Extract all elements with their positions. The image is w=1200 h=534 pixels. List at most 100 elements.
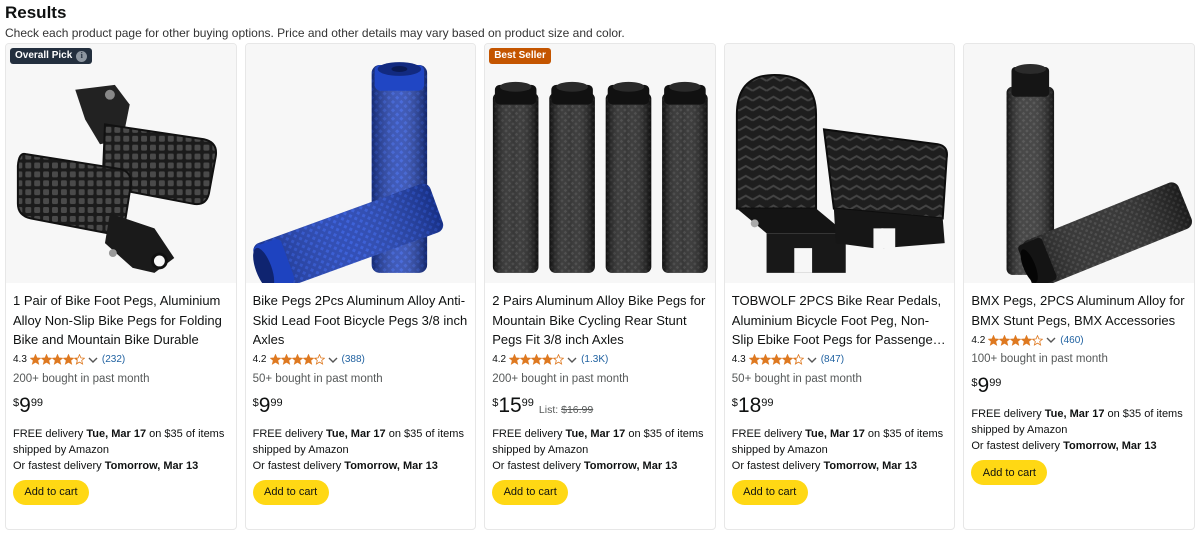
delivery-prefix: FREE delivery: [731, 427, 806, 440]
star-icon: [1032, 334, 1044, 346]
review-count-link[interactable]: (460): [1060, 335, 1083, 346]
star-icon: [73, 354, 85, 365]
chevron-down-icon[interactable]: [1046, 335, 1056, 345]
add-to-cart-button[interactable]: Add to cart: [252, 479, 329, 505]
fastest-date: Tomorrow, Mar 13: [823, 459, 918, 472]
star-rating[interactable]: [29, 354, 85, 365]
product-image[interactable]: Overall Pick i: [6, 44, 236, 283]
price-fraction: 99: [989, 377, 1002, 389]
list-price-label: List:: [538, 403, 562, 416]
product-card: BMX Pegs, 2PCS Aluminum Alloy for BMX St…: [963, 43, 1195, 530]
delivery-date: Tue, Mar 17: [86, 427, 147, 440]
rating-row: 4.2 (460): [971, 333, 1188, 347]
bought-count: 200+ bought in past month: [492, 372, 629, 385]
star-icon: [999, 334, 1011, 346]
star-icon: [1021, 334, 1033, 346]
chevron-down-icon[interactable]: [807, 355, 817, 365]
star-icon: [291, 354, 303, 365]
star-icon: [759, 354, 771, 365]
star-icon: [792, 354, 804, 365]
star-rating[interactable]: [988, 334, 1044, 346]
review-count-link[interactable]: (388): [342, 354, 365, 365]
price[interactable]: $ 9 99: [253, 393, 470, 419]
price-whole: 15: [498, 393, 522, 417]
price-fraction: 99: [30, 396, 44, 409]
star-icon: [520, 354, 532, 365]
price-whole: 18: [737, 393, 762, 417]
chevron-down-icon[interactable]: [567, 355, 577, 365]
chevron-down-icon[interactable]: [328, 355, 338, 365]
add-to-cart-button[interactable]: Add to cart: [13, 479, 89, 505]
chevron-down-icon[interactable]: [88, 355, 98, 365]
fastest-prefix: Or fastest delivery: [492, 459, 584, 472]
product-body: TOBWOLF 2PCS Bike Rear Pedals, Aluminium…: [725, 283, 955, 505]
star-icon: [40, 354, 52, 365]
rating-row: 4.3 (847): [732, 353, 949, 367]
blue-peg-illustration: [252, 62, 443, 283]
review-count-link[interactable]: (232): [102, 354, 125, 365]
product-body: 1 Pair of Bike Foot Pegs, Aluminium Allo…: [6, 283, 236, 505]
product-image[interactable]: [724, 44, 955, 283]
fastest-date: Tomorrow, Mar 13: [104, 459, 199, 472]
delivery-info: FREE delivery Tue, Mar 17 on $35 of item…: [971, 406, 1188, 454]
rating-value: 4.2: [252, 354, 267, 365]
star-icon: [62, 354, 74, 365]
rating-value: 4.3: [731, 354, 746, 365]
star-rating[interactable]: [509, 354, 565, 365]
info-icon[interactable]: i: [76, 50, 88, 62]
product-image[interactable]: Best Seller: [485, 44, 715, 283]
product-title[interactable]: Bike Pegs 2Pcs Aluminum Alloy Anti-Skid …: [253, 291, 470, 350]
badge-label: Best Seller: [494, 50, 546, 61]
product-body: BMX Pegs, 2PCS Aluminum Alloy for BMX St…: [964, 283, 1194, 485]
delivery-date: Tue, Mar 17: [1044, 408, 1105, 420]
list-price: List: $16.99: [539, 404, 593, 416]
price[interactable]: $ 18 99: [732, 393, 949, 419]
star-icon: [542, 354, 554, 365]
delivery-date: Tue, Mar 17: [325, 427, 386, 440]
fastest-prefix: Or fastest delivery: [13, 459, 105, 472]
product-title[interactable]: 1 Pair of Bike Foot Pegs, Aluminium Allo…: [13, 291, 230, 350]
price[interactable]: $ 15 99 List: $16.99: [492, 393, 709, 419]
rating-row: 4.3 (232): [13, 353, 230, 367]
star-rating[interactable]: [748, 354, 804, 365]
star-icon: [531, 354, 543, 365]
foot-peg-illustration: [16, 84, 218, 273]
fastest-date: Tomorrow, Mar 13: [583, 459, 678, 472]
product-image[interactable]: [964, 44, 1194, 283]
four-pegs-illustration: [493, 81, 708, 273]
price-whole: 9: [19, 393, 31, 417]
review-count-link[interactable]: (1.3K): [581, 354, 608, 365]
product-title[interactable]: BMX Pegs, 2PCS Aluminum Alloy for BMX St…: [971, 291, 1188, 330]
price[interactable]: $ 9 99: [971, 375, 1188, 399]
product-grid: Overall Pick i 1 Pair of Bike Foot Pegs,…: [5, 43, 1195, 530]
price-whole: 9: [977, 374, 990, 397]
star-rating[interactable]: [269, 354, 325, 365]
star-icon: [509, 354, 521, 365]
delivery-prefix: FREE delivery: [252, 427, 326, 440]
add-to-cart-button[interactable]: Add to cart: [731, 479, 808, 505]
delivery-prefix: FREE delivery: [971, 408, 1045, 420]
bought-count: 200+ bought in past month: [13, 372, 150, 385]
price[interactable]: $ 9 99: [13, 393, 230, 419]
best-seller-badge: Best Seller: [489, 48, 551, 64]
delivery-info: FREE delivery Tue, Mar 17 on $35 of item…: [492, 426, 709, 474]
price-fraction: 99: [761, 396, 774, 409]
delivery-prefix: FREE delivery: [13, 427, 87, 440]
bought-count: 100+ bought in past month: [971, 353, 1108, 365]
add-to-cart-button[interactable]: Add to cart: [492, 479, 569, 505]
results-subtitle: Check each product page for other buying…: [5, 26, 625, 40]
star-icon: [553, 354, 565, 365]
list-price-value: $16.99: [561, 403, 594, 416]
product-title[interactable]: 2 Pairs Aluminum Alloy Bike Pegs for Mou…: [492, 291, 709, 350]
star-icon: [1010, 334, 1022, 346]
star-icon: [313, 354, 325, 365]
star-icon: [280, 354, 292, 365]
review-count-link[interactable]: (847): [821, 354, 844, 365]
bmx-peg-illustration: [1006, 64, 1193, 283]
add-to-cart-button[interactable]: Add to cart: [971, 460, 1048, 485]
price-whole: 9: [258, 393, 271, 417]
product-title[interactable]: TOBWOLF 2PCS Bike Rear Pedals, Aluminium…: [732, 291, 949, 350]
star-icon: [988, 334, 1000, 346]
star-icon: [51, 354, 63, 365]
product-image[interactable]: [245, 44, 476, 283]
